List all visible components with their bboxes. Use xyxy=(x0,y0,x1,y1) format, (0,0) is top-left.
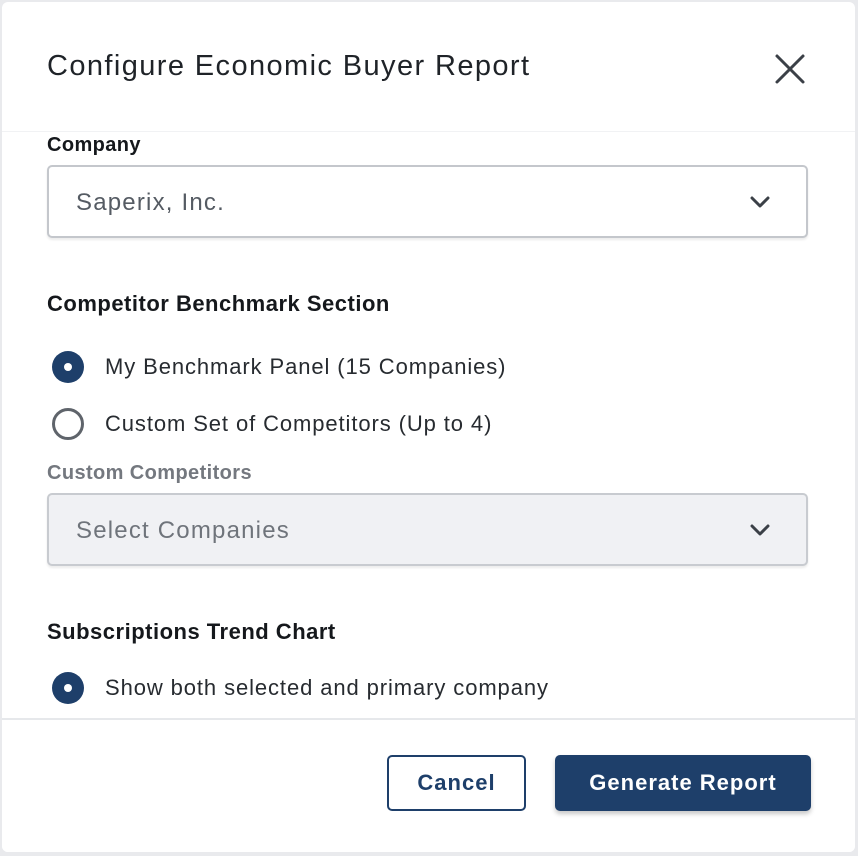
dialog-title: Configure Economic Buyer Report xyxy=(47,50,531,82)
custom-competitors-label: Custom Competitors xyxy=(47,462,252,484)
radio-custom-competitors[interactable]: Custom Set of Competitors (Up to 4) xyxy=(50,407,750,443)
radio-show-both[interactable]: Show both selected and primary company xyxy=(50,671,750,707)
dialog-footer: Cancel Generate Report xyxy=(2,718,855,852)
close-icon xyxy=(775,54,805,84)
configure-report-dialog: Configure Economic Buyer Report Company … xyxy=(2,2,855,852)
cancel-button[interactable]: Cancel xyxy=(387,755,526,811)
radio-label: Custom Set of Competitors (Up to 4) xyxy=(105,411,493,436)
custom-competitors-select[interactable]: Select Companies xyxy=(47,493,808,566)
trend-chart-title: Subscriptions Trend Chart xyxy=(47,619,336,644)
dialog-body: Company Saperix, Inc. Competitor Benchma… xyxy=(2,132,855,718)
radio-benchmark-panel[interactable]: My Benchmark Panel (15 Companies) xyxy=(50,350,750,386)
close-button[interactable] xyxy=(772,51,808,87)
radio-checked[interactable] xyxy=(52,351,84,383)
radio-unchecked[interactable] xyxy=(52,408,84,440)
company-label: Company xyxy=(47,134,141,156)
company-select[interactable]: Saperix, Inc. xyxy=(47,165,808,238)
company-select-value: Saperix, Inc. xyxy=(76,189,225,216)
dialog-header: Configure Economic Buyer Report xyxy=(2,2,855,132)
chevron-down-icon xyxy=(750,196,770,208)
radio-label: My Benchmark Panel (15 Companies) xyxy=(105,354,507,379)
chevron-down-icon xyxy=(750,524,770,536)
radio-label: Show both selected and primary company xyxy=(105,675,549,700)
generate-report-button[interactable]: Generate Report xyxy=(555,755,811,811)
custom-competitors-placeholder: Select Companies xyxy=(76,517,290,544)
radio-checked[interactable] xyxy=(52,672,84,704)
competitor-section-title: Competitor Benchmark Section xyxy=(47,291,390,316)
